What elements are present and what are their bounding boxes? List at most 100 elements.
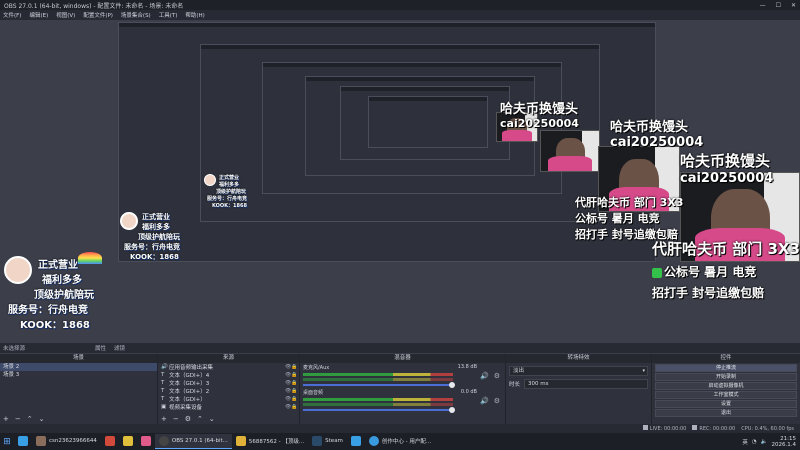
slider-knob[interactable] bbox=[449, 407, 455, 413]
source-settings-icon[interactable]: ⚙ bbox=[185, 415, 191, 423]
move-down-icon[interactable]: ⌄ bbox=[209, 415, 215, 423]
menu-tools[interactable]: 工具(T) bbox=[159, 11, 178, 19]
taskbar-item-steam[interactable]: Steam bbox=[308, 434, 347, 449]
windows-start-icon[interactable]: ⊞ bbox=[0, 433, 14, 450]
scene-item[interactable]: 场景 2 bbox=[0, 363, 157, 371]
virtual-camera-button[interactable]: 启动虚拟摄像机 bbox=[655, 382, 797, 390]
preview-canvas[interactable]: 哈夫币换馒头 cai20250004 哈夫币换馒头 cai20250004 哈夫… bbox=[0, 20, 800, 343]
move-down-icon[interactable]: ⌄ bbox=[39, 415, 45, 423]
remove-scene-icon[interactable]: − bbox=[15, 415, 21, 423]
start-recording-button[interactable]: 开始录制 bbox=[655, 373, 797, 381]
controls-header: 控件 bbox=[652, 354, 800, 363]
gear-icon[interactable]: ⚙ bbox=[494, 397, 500, 405]
exit-button[interactable]: 退出 bbox=[655, 409, 797, 417]
move-up-icon[interactable]: ⌃ bbox=[27, 415, 33, 423]
transitions-header: 转场特效 bbox=[506, 354, 651, 363]
promo-text-mid: 哈夫币换馒头 cai20250004 bbox=[500, 98, 579, 130]
taskbar-item[interactable] bbox=[137, 434, 155, 449]
mixer-channel: 麦克风/Aux 13.8 dB 🔊 ⚙ bbox=[300, 363, 505, 388]
visibility-icon[interactable]: 👁🔒 bbox=[285, 404, 299, 410]
taskbar-item[interactable]: csn23623966644 bbox=[32, 434, 101, 449]
source-item[interactable]: T 文本（GDI+） 👁🔒 bbox=[158, 395, 299, 403]
taskbar-item-browser[interactable]: 创作中心 - 用户配... bbox=[365, 434, 435, 449]
sticker-line3: 顶级护航陪玩 bbox=[34, 290, 94, 301]
volume-slider[interactable] bbox=[303, 382, 455, 388]
speaker-icon[interactable]: 🔊 bbox=[480, 397, 489, 405]
app-icon bbox=[18, 436, 28, 446]
speaker-icon[interactable]: 🔊 bbox=[480, 372, 489, 380]
duration-label: 时长 bbox=[509, 382, 521, 388]
promo-text-bottom: 代肝哈夫币 部门 3X3 公标号 暑月 电竞 招打手 封号追缴包赔 bbox=[652, 238, 800, 301]
source-item[interactable]: T 文本（GDI+）2 👁🔒 bbox=[158, 387, 299, 395]
wifi-icon[interactable]: ◔ bbox=[752, 439, 757, 445]
remove-source-icon[interactable]: − bbox=[173, 415, 179, 423]
gear-icon[interactable]: ⚙ bbox=[494, 372, 500, 380]
promo-band-line3: 代肝哈夫币 部门 3X3 bbox=[575, 196, 684, 209]
volume-meter bbox=[303, 373, 453, 376]
transition-select[interactable]: 淡出 ▾ bbox=[509, 366, 648, 376]
close-button[interactable]: ✕ bbox=[791, 2, 796, 9]
app-icon bbox=[104, 436, 115, 446]
system-tray: 英 ◔ 🔈 21:15 2026.1.4 bbox=[742, 436, 800, 448]
text-icon: T bbox=[161, 380, 165, 386]
menu-edit[interactable]: 编辑(E) bbox=[29, 11, 48, 19]
sticker-medium: 正式营业 福利多多 顶级护航陪玩 服务号：行舟电竞 KOOK：1868 bbox=[120, 212, 180, 262]
taskbar-item[interactable] bbox=[14, 434, 32, 449]
visibility-icon[interactable]: 👁🔒 bbox=[285, 364, 299, 370]
avatar-icon bbox=[4, 256, 32, 284]
visibility-icon[interactable]: 👁🔒 bbox=[285, 380, 299, 386]
add-scene-icon[interactable]: + bbox=[3, 415, 9, 423]
sticker-line5: KOOK：1868 bbox=[20, 320, 90, 331]
taskbar-item[interactable] bbox=[101, 434, 119, 449]
taskbar-item-obs[interactable]: OBS 27.0.1 (64-bit... bbox=[154, 434, 232, 449]
minimize-button[interactable]: — bbox=[760, 2, 766, 9]
source-item[interactable]: 🔊 应用音频输出采集 👁🔒 bbox=[158, 363, 299, 371]
menu-profile[interactable]: 配置文件(P) bbox=[83, 11, 113, 19]
wechat-icon bbox=[652, 267, 662, 278]
visibility-icon[interactable]: 👁🔒 bbox=[285, 372, 299, 378]
properties-button[interactable]: 属性 bbox=[95, 344, 106, 352]
volume-slider[interactable] bbox=[303, 407, 455, 413]
chevron-down-icon: ▾ bbox=[642, 368, 645, 374]
menu-file[interactable]: 文件(F) bbox=[3, 11, 21, 19]
studio-mode-button[interactable]: 工作室模式 bbox=[655, 391, 797, 399]
filters-button[interactable]: 滤镜 bbox=[114, 344, 125, 352]
text-icon: T bbox=[161, 396, 165, 402]
scene-item[interactable]: 场景 3 bbox=[0, 371, 157, 379]
visibility-icon[interactable]: 👁🔒 bbox=[285, 388, 299, 394]
visibility-icon[interactable]: 👁🔒 bbox=[285, 396, 299, 402]
stop-streaming-button[interactable]: 停止推流 bbox=[655, 364, 797, 372]
taskbar-item[interactable] bbox=[119, 434, 137, 449]
menu-scene-collection[interactable]: 场景集合(S) bbox=[121, 11, 151, 19]
menu-view[interactable]: 视图(V) bbox=[56, 11, 75, 19]
ime-indicator[interactable]: 英 bbox=[742, 438, 748, 446]
promo-band-line4: 公标号 暑月 电竞 bbox=[575, 212, 660, 225]
promo-upper-line1: 哈夫币换馒头 bbox=[610, 120, 689, 135]
move-up-icon[interactable]: ⌃ bbox=[197, 415, 203, 423]
rec-time: REC: 00:00:00 bbox=[699, 426, 736, 432]
controls-dock: 控件 停止推流 开始录制 启动虚拟摄像机 工作室模式 设置 退出 bbox=[652, 354, 800, 424]
volume-meter bbox=[303, 403, 453, 406]
app-status-bar: LIVE: 00:00:00 REC: 00:00:00 CPU: 0.4%, … bbox=[0, 424, 800, 433]
duration-input[interactable]: 300 ms bbox=[524, 379, 648, 389]
volume-icon[interactable]: 🔈 bbox=[761, 439, 768, 445]
taskbar-item[interactable] bbox=[347, 434, 365, 449]
mixer-dock: 混音器 麦克风/Aux 13.8 dB 🔊 ⚙ 桌面音频 0.0 dB 🔊 ⚙ bbox=[300, 354, 506, 424]
rec-indicator-icon bbox=[692, 425, 698, 430]
add-source-icon[interactable]: + bbox=[161, 415, 167, 423]
maximize-button[interactable]: ☐ bbox=[776, 2, 781, 9]
sticker-large: 正式营业 福利多多 顶级护航陪玩 服务号：行舟电竞 KOOK：1868 bbox=[4, 252, 102, 331]
source-item[interactable]: T 文本（GDI+）4 👁🔒 bbox=[158, 371, 299, 379]
settings-button[interactable]: 设置 bbox=[655, 400, 797, 408]
taskbar-item[interactable]: 56887562 - 【顶级... bbox=[232, 434, 308, 449]
source-item[interactable]: T 文本（GDI+）3 👁🔒 bbox=[158, 379, 299, 387]
promo-bottom-line4: 公标号 暑月 电竞 bbox=[664, 265, 757, 279]
transitions-dock: 转场特效 淡出 ▾ 时长 300 ms bbox=[506, 354, 652, 424]
promo-text-right: 哈夫币换馒头 cai20250004 bbox=[680, 150, 773, 186]
taskbar: ⊞ csn23623966644 OBS 27.0.1 (64-bit... 5… bbox=[0, 433, 800, 450]
menu-help[interactable]: 帮助(H) bbox=[185, 11, 204, 19]
source-item[interactable]: ▣ 视频采集设备 👁🔒 bbox=[158, 403, 299, 411]
clock[interactable]: 21:15 2026.1.4 bbox=[772, 436, 797, 448]
live-indicator-icon bbox=[642, 425, 648, 430]
mixer-header: 混音器 bbox=[300, 354, 505, 363]
